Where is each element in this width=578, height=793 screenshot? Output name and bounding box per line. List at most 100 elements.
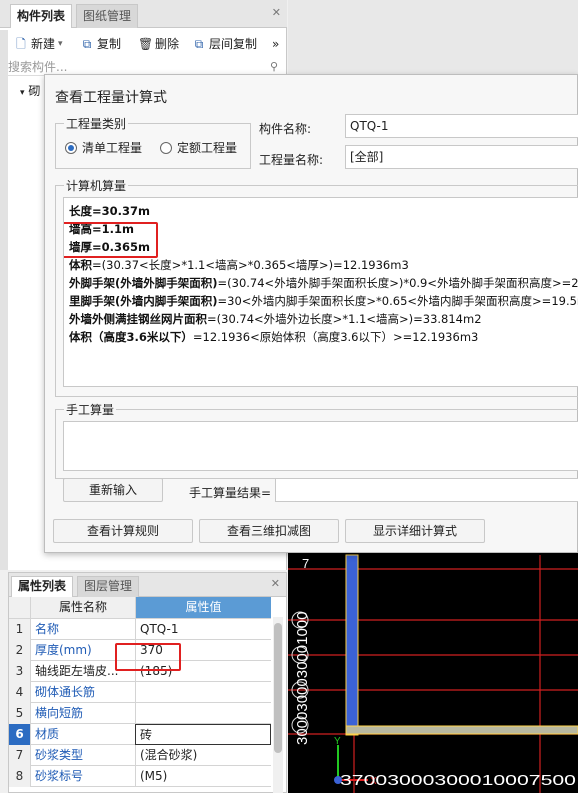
property-name: 材质 bbox=[35, 727, 60, 741]
calc-line-volume-below-3-6: 体积（高度3.6米以下）=12.1936<原始体积（高度3.6以下）>=12.1… bbox=[69, 329, 478, 345]
calc-line-bold: 长度=30.37m bbox=[69, 204, 150, 218]
table-row[interactable]: 7 砂浆类型 (混合砂浆) bbox=[9, 745, 271, 766]
tree-item-masonry[interactable]: ▾ 砌 bbox=[20, 82, 40, 99]
view-calc-rules-button[interactable]: 查看计算规则 bbox=[53, 519, 193, 543]
reenter-button[interactable]: 重新输入 bbox=[63, 478, 163, 502]
radio-quota-quantity[interactable]: 定额工程量 bbox=[160, 139, 237, 156]
floor-copy-button[interactable]: ⧉ 层间复制 bbox=[192, 34, 257, 54]
component-name-field[interactable]: QTQ-1 bbox=[345, 114, 578, 138]
calc-formula-textbox[interactable]: 长度=30.37m 墙高=1.1m 墙厚=0.365m 体积=(30.37<长度… bbox=[63, 197, 578, 387]
vertical-dimension-text: 3000300030001000 bbox=[294, 612, 311, 745]
calc-line-rest: =(30.37<长度>*1.1<墙高>*0.365<墙厚>)=12.1936m3 bbox=[92, 258, 409, 272]
delete-label: 删除 bbox=[155, 37, 180, 51]
table-row[interactable]: 5 横向短筋 bbox=[9, 703, 271, 724]
calc-line-outer-scaffold: 外脚手架(外墙外脚手架面积)=(30.74<外墙外脚手架面积长度>)*0.9<外… bbox=[69, 275, 578, 291]
show-detail-formula-button[interactable]: 显示详细计算式 bbox=[345, 519, 485, 543]
pin-icon[interactable]: ✕ bbox=[272, 6, 281, 19]
property-grid: 属性名称 属性值 1 名称 QTQ-1 2 厚度(mm) 370 3 轴线距左墙… bbox=[9, 597, 271, 787]
property-value[interactable] bbox=[135, 703, 271, 724]
property-panel: 属性列表 图层管理 ✕ 属性名称 属性值 1 名称 QTQ-1 2 厚度(mm)… bbox=[8, 572, 287, 793]
manual-result-field[interactable] bbox=[275, 478, 578, 502]
radio-unselected-icon bbox=[160, 141, 172, 154]
property-name: 横向短筋 bbox=[35, 706, 84, 720]
dialog-title: 查看工程量计算式 bbox=[55, 90, 167, 106]
row-number: 7 bbox=[9, 745, 31, 766]
calc-line-bold: 体积 bbox=[69, 258, 92, 272]
property-tab-strip: 属性列表 图层管理 ✕ bbox=[9, 573, 286, 597]
new-file-icon: 🗋 bbox=[16, 37, 26, 51]
copy-icon: ⧉ bbox=[82, 37, 92, 51]
highlight-box-thickness bbox=[115, 643, 181, 671]
row-number: 8 bbox=[9, 766, 31, 787]
calc-line-bold: 外脚手架(外墙外脚手架面积) bbox=[69, 276, 218, 290]
property-name: 砂浆标号 bbox=[35, 769, 84, 783]
header-value: 属性值 bbox=[135, 597, 271, 618]
header-corner bbox=[9, 597, 31, 618]
left-dock-strip bbox=[0, 30, 8, 570]
quantity-name-label: 工程量名称: bbox=[259, 153, 324, 167]
calc-line-bold: 里脚手架(外墙内脚手架面积) bbox=[69, 294, 218, 308]
property-name: 名称 bbox=[35, 622, 60, 636]
wall-vertical[interactable] bbox=[345, 554, 359, 736]
scroll-thumb[interactable] bbox=[274, 623, 282, 753]
calc-line-rest: =12.1936<原始体积（高度3.6以下）>=12.1936m3 bbox=[192, 330, 479, 344]
table-row[interactable]: 1 名称 QTQ-1 bbox=[9, 619, 271, 640]
tree-item-label: 砌 bbox=[28, 84, 41, 98]
calc-line-length: 长度=30.37m bbox=[69, 203, 150, 219]
calc-line-inner-scaffold: 里脚手架(外墙内脚手架面积)=30<外墙内脚手架面积长度>*0.65<外墙内脚手… bbox=[69, 293, 578, 309]
dropdown-icon[interactable]: ▾ bbox=[58, 34, 63, 54]
tab-layer-management[interactable]: 图层管理 bbox=[77, 576, 140, 597]
pin-icon[interactable]: ✕ bbox=[271, 577, 280, 590]
table-row[interactable]: 8 砂浆标号 (M5) bbox=[9, 766, 271, 787]
property-scrollbar[interactable] bbox=[273, 617, 283, 793]
search-placeholder: 搜索构件... bbox=[8, 60, 68, 74]
tab-drawing-management[interactable]: 图纸管理 bbox=[76, 4, 139, 28]
row-number: 4 bbox=[9, 682, 31, 703]
view-3d-deduction-button[interactable]: 查看三维扣减图 bbox=[199, 519, 339, 543]
quantity-name-select[interactable]: [全部] bbox=[345, 145, 578, 169]
row-number: 2 bbox=[9, 640, 31, 661]
delete-button[interactable]: 🗑 删除 bbox=[138, 34, 179, 54]
row-number: 1 bbox=[9, 619, 31, 640]
property-grid-header: 属性名称 属性值 bbox=[9, 597, 271, 619]
table-row[interactable]: 4 砌体通长筋 bbox=[9, 682, 271, 703]
property-value[interactable]: (M5) bbox=[135, 766, 271, 787]
wall-horizontal[interactable] bbox=[345, 725, 578, 735]
highlight-box-height-thickness bbox=[64, 222, 158, 258]
manual-calc-textbox[interactable] bbox=[63, 421, 578, 471]
manual-result-label: 手工算量结果= bbox=[189, 486, 272, 500]
calc-line-bold: 体积（高度3.6米以下） bbox=[69, 330, 193, 344]
property-name: 砌体通长筋 bbox=[35, 685, 96, 699]
copy-label: 复制 bbox=[97, 37, 122, 51]
property-value-editor[interactable]: 砖 bbox=[135, 724, 271, 745]
top-dimension-fragment: 7 bbox=[302, 556, 309, 571]
component-toolbar: 🗋 新建 ▾ ⧉ 复制 🗑 删除 ⧉ 层间复制 » bbox=[0, 30, 287, 58]
computer-calc-label: 计算机算量 bbox=[64, 177, 129, 194]
table-row[interactable]: 6 材质 砖 bbox=[9, 724, 271, 745]
row-number: 6 bbox=[9, 724, 31, 745]
tree-expand-icon[interactable]: ▾ bbox=[20, 88, 25, 98]
tab-property-list[interactable]: 属性列表 bbox=[11, 576, 74, 597]
row-number: 3 bbox=[9, 661, 31, 682]
quantity-type-group: 工程量类别 清单工程量 定额工程量 bbox=[55, 115, 251, 169]
radio-bill-label: 清单工程量 bbox=[82, 141, 143, 155]
property-value[interactable]: QTQ-1 bbox=[135, 619, 271, 640]
radio-bill-quantity[interactable]: 清单工程量 bbox=[65, 139, 142, 156]
bottom-dimension-text: 37003000300010007500 bbox=[340, 772, 576, 789]
calc-line-volume: 体积=(30.37<长度>*1.1<墙高>*0.365<墙厚>)=12.1936… bbox=[69, 257, 409, 273]
calc-line-rest: =(30.74<外墙外边长度>*1.1<墙高>)=33.814m2 bbox=[207, 312, 482, 326]
radio-selected-icon bbox=[65, 141, 77, 154]
floor-copy-label: 层间复制 bbox=[209, 37, 258, 51]
floor-copy-icon: ⧉ bbox=[194, 37, 204, 51]
quantity-type-label: 工程量类别 bbox=[64, 115, 129, 132]
property-value[interactable] bbox=[135, 682, 271, 703]
header-name: 属性名称 bbox=[58, 600, 107, 614]
property-name: 砂浆类型 bbox=[35, 748, 84, 762]
property-value[interactable]: (混合砂浆) bbox=[135, 745, 271, 766]
tab-component-list[interactable]: 构件列表 bbox=[10, 4, 73, 28]
new-button[interactable]: 🗋 新建 ▾ bbox=[14, 34, 63, 54]
more-tools-button[interactable]: » bbox=[272, 34, 279, 54]
row-number: 5 bbox=[9, 703, 31, 724]
new-label: 新建 bbox=[31, 37, 56, 51]
copy-button[interactable]: ⧉ 复制 bbox=[80, 34, 121, 54]
